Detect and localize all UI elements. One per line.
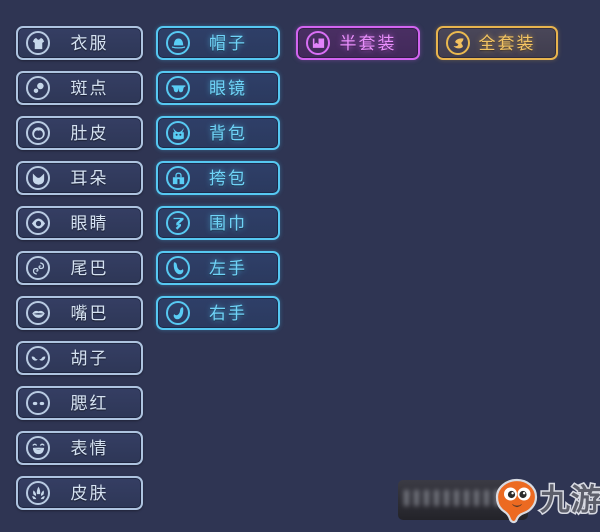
blush-icon — [26, 391, 50, 415]
category-label: 胡子 — [70, 348, 109, 368]
category-label: 表情 — [70, 438, 109, 458]
category-button-biaoqing[interactable]: 表情 — [16, 431, 143, 465]
category-label: 半套装 — [339, 33, 397, 53]
category-button-zuoshou[interactable]: 左手 — [156, 251, 280, 285]
category-label: 嘴巴 — [70, 303, 109, 323]
category-label: 左手 — [209, 258, 247, 278]
expression-icon — [26, 436, 50, 460]
category-label: 帽子 — [209, 33, 247, 53]
hat-icon — [166, 31, 190, 55]
category-label: 全套装 — [478, 33, 536, 53]
satchel-icon — [166, 166, 190, 190]
jiuyou-watermark: 九游 — [398, 478, 600, 526]
category-label: 肚皮 — [70, 123, 109, 143]
category-button-maozi[interactable]: 帽子 — [156, 26, 280, 60]
character-customization-panel: 衣服 斑点 肚皮 耳朵 眼睛 尾巴 嘴巴 胡子 腮红 表情 皮肤 帽子 眼镜 背… — [0, 0, 600, 532]
category-label: 眼镜 — [209, 78, 247, 98]
category-button-yifu[interactable]: 衣服 — [16, 26, 143, 60]
category-label: 尾巴 — [70, 258, 109, 278]
full-set-icon — [446, 31, 470, 55]
category-button-quan-taozhuang[interactable]: 全套装 — [436, 26, 558, 60]
belly-icon — [26, 121, 50, 145]
category-label: 挎包 — [209, 168, 247, 188]
ears-icon — [26, 166, 50, 190]
category-button-beibao[interactable]: 背包 — [156, 116, 280, 150]
glasses-icon — [166, 76, 190, 100]
category-label: 斑点 — [70, 78, 109, 98]
category-button-yanjing[interactable]: 眼睛 — [16, 206, 143, 240]
category-button-dupi[interactable]: 肚皮 — [16, 116, 143, 150]
category-button-youshou[interactable]: 右手 — [156, 296, 280, 330]
half-set-icon — [306, 31, 330, 55]
category-button-zuiba[interactable]: 嘴巴 — [16, 296, 143, 330]
jiuyou-mascot-icon — [495, 478, 538, 524]
eye-icon — [26, 211, 50, 235]
category-label: 皮肤 — [70, 483, 109, 503]
watermark-text: 九游 — [539, 483, 600, 519]
category-button-erduo[interactable]: 耳朵 — [16, 161, 143, 195]
scarf-icon — [166, 211, 190, 235]
right-hand-icon — [166, 301, 190, 325]
category-button-kuabao[interactable]: 挎包 — [156, 161, 280, 195]
category-label: 背包 — [209, 123, 247, 143]
category-button-weiba[interactable]: 尾巴 — [16, 251, 143, 285]
mouth-icon — [26, 301, 50, 325]
shirt-icon — [26, 31, 50, 55]
whiskers-icon — [26, 346, 50, 370]
category-label: 耳朵 — [70, 168, 109, 188]
category-button-ban-taozhuang[interactable]: 半套装 — [296, 26, 420, 60]
category-button-pifu[interactable]: 皮肤 — [16, 476, 143, 510]
skin-icon — [26, 481, 50, 505]
category-label: 围巾 — [209, 213, 247, 233]
category-button-huzi[interactable]: 胡子 — [16, 341, 143, 375]
left-hand-icon — [166, 256, 190, 280]
category-label: 右手 — [209, 303, 247, 323]
tail-icon — [26, 256, 50, 280]
backpack-icon — [166, 121, 190, 145]
category-button-weijin[interactable]: 围巾 — [156, 206, 280, 240]
category-button-saihong[interactable]: 腮红 — [16, 386, 143, 420]
category-label: 衣服 — [70, 33, 109, 53]
spots-icon — [26, 76, 50, 100]
category-button-bandian[interactable]: 斑点 — [16, 71, 143, 105]
category-label: 腮红 — [70, 393, 109, 413]
category-button-yanjing-glasses[interactable]: 眼镜 — [156, 71, 280, 105]
category-label: 眼睛 — [70, 213, 109, 233]
